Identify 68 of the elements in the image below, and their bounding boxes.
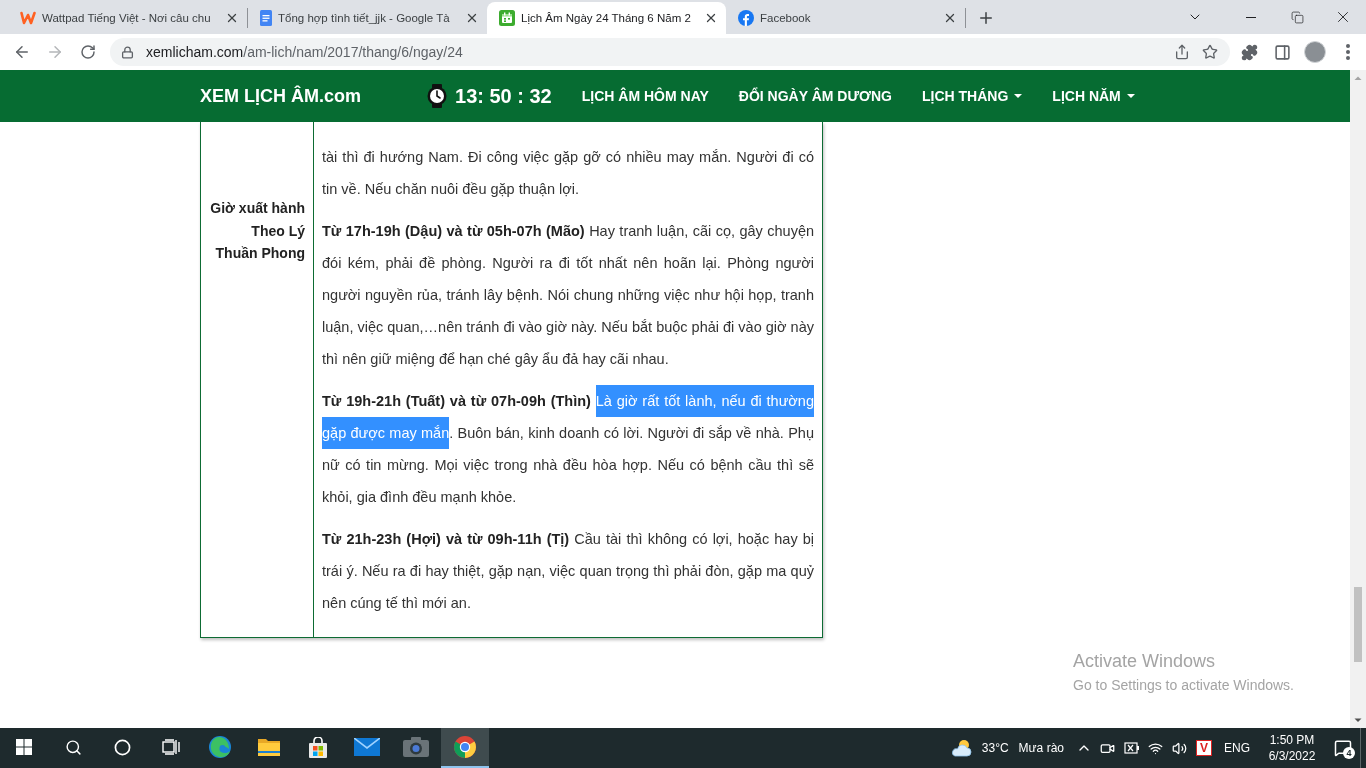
close-icon (465, 11, 479, 25)
paragraph: tài thì đi hướng Nam. Đi công việc gặp gỡ có nhiều may mắn. Người đi có tin về. Nếu chăn nuôi đều gặp thuận lợi. (322, 148, 814, 199)
windows-logo-icon (16, 739, 32, 755)
clock-time-text: 1:50 PM (1269, 732, 1315, 748)
paragraph: Từ 21h-23h (Hợi) và từ 09h-11h (Tị) Cầu tài thì không có lợi, hoặc hay bị trái ý. Nếu ra đi hay thiệt, gặp nạn, việc quan trọng thì phải đòn, gặp ma quỷ nên cúng tế thì mới an. (322, 530, 814, 613)
circle-logo-icon (454, 736, 476, 758)
restore-icon (1290, 10, 1304, 24)
search-icon (64, 738, 82, 756)
f-logo-icon (738, 10, 754, 26)
language-button[interactable]: ENG (1216, 728, 1258, 768)
scrollbar-thumb[interactable] (1354, 587, 1362, 662)
taskbar-app[interactable] (441, 728, 489, 768)
swirl-logo-icon (209, 736, 231, 758)
document-icon (260, 10, 272, 26)
notification-button[interactable]: 4 (1326, 728, 1360, 768)
activation-text: Go to Settings to activate Windows. (1073, 677, 1294, 693)
close-icon (225, 11, 239, 25)
address-bar[interactable]: xemlicham.com/am-lich/nam/2017/thang/6/ngay/24 (110, 38, 1230, 66)
star-icon (1202, 44, 1218, 60)
zigzag-logo-icon (20, 11, 36, 25)
minimize-icon (1246, 16, 1256, 18)
taskbar-clock[interactable]: 1:50 PM 6/3/2022 (1258, 728, 1326, 768)
puzzle-icon (1240, 43, 1258, 61)
tab-title: Facebook (760, 11, 812, 26)
battery-icon (1124, 742, 1140, 754)
site-logo[interactable]: XEM LỊCH ÂM.com (200, 85, 361, 107)
close-icon (704, 11, 718, 25)
url-text: xemlicham.com/am-lich/nam/2017/thang/6/ngay/24 (146, 44, 464, 60)
tab-title: Lịch Âm Ngày 24 Tháng 6 Năm 2 (521, 11, 692, 26)
browser-tab[interactable]: Lịch Âm Ngày 24 Tháng 6 Năm 2 (487, 2, 726, 34)
tab-title: Wattpad Tiếng Việt - Nơi câu chu (42, 11, 212, 26)
camera-icon (403, 737, 429, 757)
arrow-right-icon (46, 43, 64, 61)
nav-link[interactable]: ĐỔI NGÀY ÂM DƯƠNG (738, 88, 892, 104)
shopping-bag-icon (309, 736, 327, 758)
avatar-icon (1304, 41, 1326, 63)
reload-icon (80, 44, 96, 60)
notification-count: 4 (1343, 747, 1355, 759)
calendar-icon (499, 10, 515, 26)
close-icon (943, 11, 957, 25)
nav-link[interactable]: LỊCH THÁNG (922, 88, 1023, 104)
speaker-icon (1172, 740, 1188, 756)
paragraph: Từ 17h-19h (Dậu) và từ 05h-07h (Mão) Hay tranh luận, cãi cọ, gây chuyện đói kém, phải đề phòng. Người ra đi tốt nhất nên hoãn lại. Phòng người người nguyền rủa, tránh lây bệnh. Nói chung những việc như hội họp, tranh luận, việc quan,…nên tránh đi vào giờ này. Nếu bắt buộc phải đi vào giờ này thì nên giữ miệng để hạn ché gây ẩu đả hay cãi nhau. (322, 222, 814, 369)
activation-title: Activate Windows (1073, 651, 1217, 672)
clock-time: 13: 50 : 32 (455, 84, 552, 108)
folder-icon (258, 738, 280, 756)
side-panel-icon (1273, 43, 1291, 61)
nav-link[interactable]: LỊCH ÂM HÔM NAY (581, 88, 709, 104)
menu-icon (1346, 44, 1350, 60)
clock-date-text: 6/3/2022 (1268, 748, 1316, 764)
tab-title: Tổng hợp tình tiết_jjk - Google Tà (278, 11, 451, 26)
plus-icon (977, 9, 995, 27)
lock-icon (121, 45, 134, 59)
browser-tab[interactable]: Tổng hợp tình tiết_jjk - Google Tà (248, 2, 487, 34)
share-icon (1174, 44, 1190, 60)
envelope-icon (354, 738, 380, 756)
task-view-icon (162, 739, 180, 755)
input-method-button[interactable]: V (1196, 740, 1212, 756)
wifi-icon (1148, 740, 1164, 756)
browser-tab[interactable]: Facebook (726, 2, 965, 34)
nav-link[interactable]: LỊCH NĂM (1052, 88, 1135, 104)
weather-button[interactable]: 33°C Mưa rào (949, 728, 1064, 768)
vertical-scrollbar[interactable] (1350, 70, 1366, 728)
row-label: Giờ xuất hành Theo Lý Thuần Phong (201, 122, 314, 637)
cloud-sun-icon (949, 739, 972, 757)
ring-icon (113, 738, 131, 756)
watch-icon (427, 84, 447, 108)
browser-tab[interactable]: Wattpad Tiếng Việt - Nơi câu chu (8, 2, 247, 34)
